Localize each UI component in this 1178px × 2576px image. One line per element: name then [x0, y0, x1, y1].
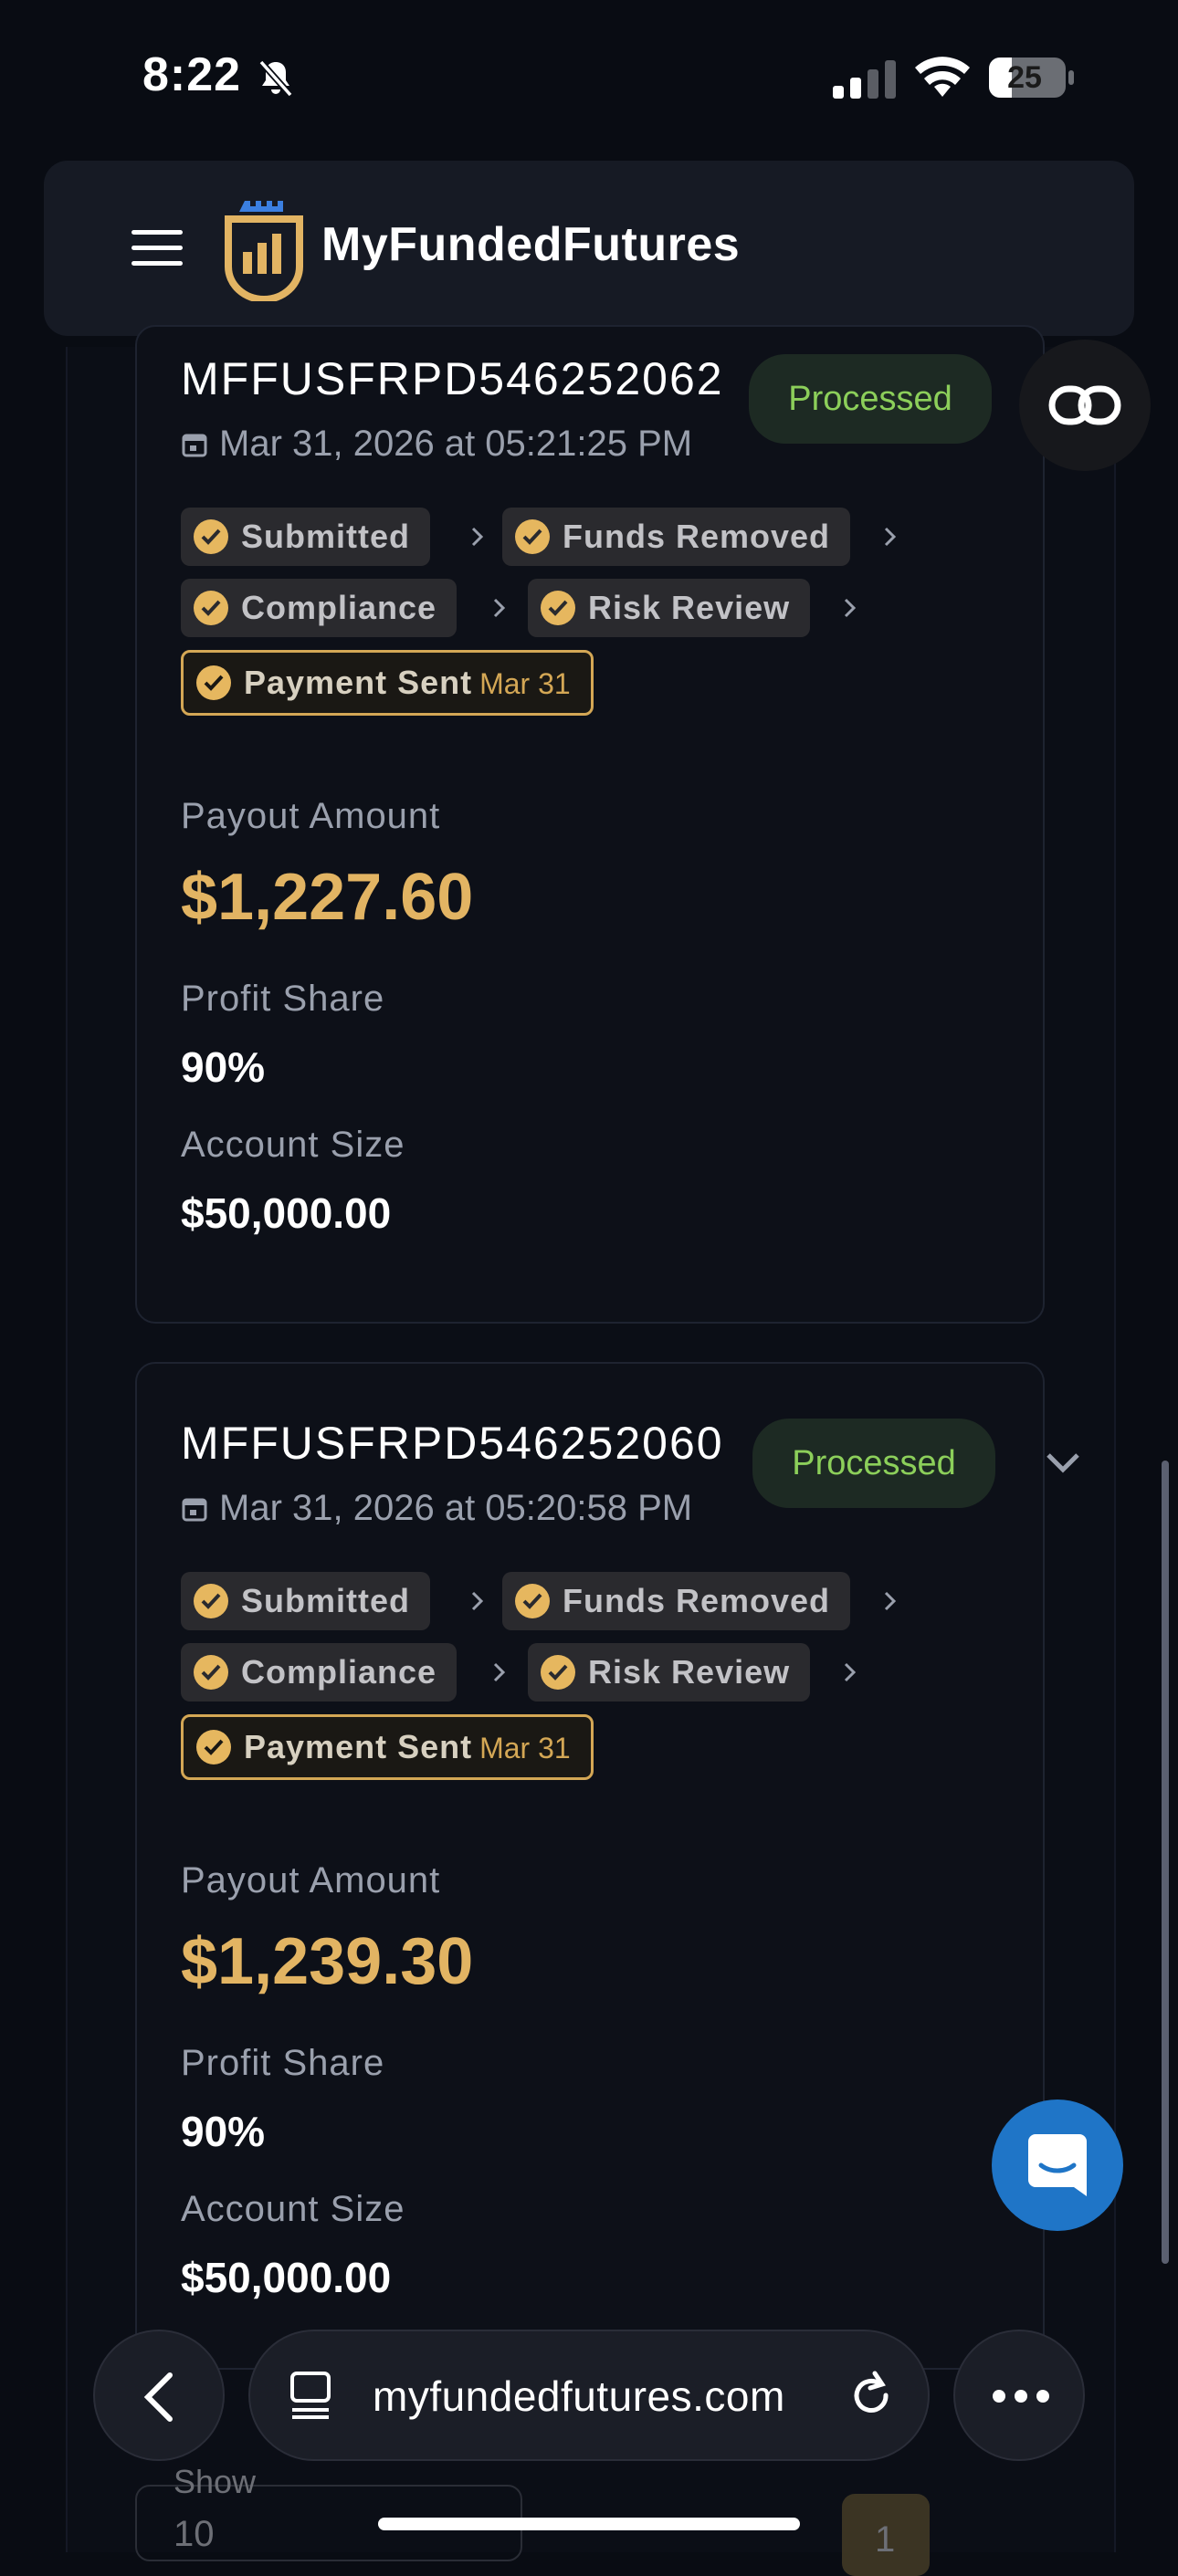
step-label: Submitted — [241, 1582, 410, 1619]
more-options-button[interactable] — [953, 2330, 1085, 2461]
step-label: Payment Sent — [244, 1728, 473, 1765]
page-number: 1 — [875, 2519, 896, 2560]
payment-sent-date: Mar 31 — [479, 667, 571, 700]
hamburger-menu-icon[interactable] — [131, 230, 183, 267]
chevron-right-icon — [844, 1662, 857, 1682]
payout-date: Mar 31, 2026 at 05:20:58 PM — [181, 1488, 692, 1529]
per-page-label: Show — [174, 2463, 257, 2500]
battery-level: 25 — [1007, 60, 1042, 95]
payout-date: Mar 31, 2026 at 05:21:25 PM — [181, 424, 692, 465]
payout-date-text: Mar 31, 2026 at 05:21:25 PM — [219, 424, 693, 464]
check-icon — [196, 665, 231, 700]
check-icon — [194, 1655, 228, 1690]
payout-amount: $1,239.30 — [181, 1925, 474, 1998]
step-compliance: Compliance — [181, 1643, 458, 1702]
check-icon — [194, 519, 228, 554]
account-size-label: Account Size — [181, 1125, 405, 1165]
chevron-right-icon — [471, 527, 484, 547]
payout-id: MFFUSFRPD546252060 — [181, 1418, 724, 1469]
chevron-right-icon — [884, 1591, 897, 1611]
chevron-down-icon[interactable] — [1043, 1450, 1083, 1477]
account-size-label: Account Size — [181, 2189, 405, 2229]
payment-sent-date: Mar 31 — [479, 1732, 571, 1764]
tabs-icon[interactable] — [289, 2370, 332, 2421]
step-label: Submitted — [241, 518, 410, 555]
payout-card: MFFUSFRPD546252062 Mar 31, 2026 at 05:21… — [135, 325, 1045, 1324]
step-payment-sent: Payment Sent Mar 31 — [181, 1714, 594, 1780]
step-label: Compliance — [241, 1653, 437, 1691]
step-label: Compliance — [241, 589, 437, 626]
status-badge: Processed — [752, 1419, 995, 1508]
profit-share-value: 90% — [181, 2108, 266, 2155]
chevron-right-icon — [493, 1662, 506, 1682]
payout-amount: $1,227.60 — [181, 861, 474, 934]
step-submitted: Submitted — [181, 1572, 430, 1630]
wifi-icon — [915, 57, 970, 97]
check-icon — [541, 591, 575, 625]
link-icon — [1048, 385, 1121, 425]
ellipsis-icon — [993, 2390, 1049, 2403]
check-icon — [515, 1584, 550, 1618]
check-icon — [196, 1730, 231, 1764]
calendar-icon — [182, 434, 207, 457]
payout-amount-label: Payout Amount — [181, 796, 441, 836]
check-icon — [541, 1655, 575, 1690]
chevron-right-icon — [471, 1591, 484, 1611]
step-risk-review: Risk Review — [528, 579, 811, 637]
payout-card[interactable]: MFFUSFRPD546252060 Mar 31, 2026 at 05:20… — [135, 1362, 1045, 2370]
account-size-value: $50,000.00 — [181, 1189, 392, 1237]
chevron-right-icon — [493, 598, 506, 618]
per-page-value: 10 — [174, 2514, 215, 2554]
bell-muted-icon — [258, 59, 293, 98]
step-funds-removed: Funds Removed — [502, 508, 851, 566]
brand-name[interactable]: MyFundedFutures — [321, 217, 740, 272]
step-label: Risk Review — [588, 589, 791, 626]
reload-icon[interactable] — [847, 2368, 895, 2419]
chat-icon — [1028, 2134, 1087, 2196]
profit-share-value: 90% — [181, 1043, 266, 1091]
link-button[interactable] — [1019, 340, 1151, 471]
status-time: 8:22 — [142, 48, 242, 101]
browser-back-button[interactable] — [93, 2330, 225, 2461]
step-label: Payment Sent — [244, 664, 473, 701]
check-icon — [194, 591, 228, 625]
step-funds-removed: Funds Removed — [502, 1572, 851, 1630]
brand-logo-icon[interactable] — [223, 197, 305, 301]
step-payment-sent: Payment Sent Mar 31 — [181, 650, 594, 716]
step-label: Risk Review — [588, 1653, 791, 1691]
step-compliance: Compliance — [181, 579, 458, 637]
payout-amount-label: Payout Amount — [181, 1860, 441, 1901]
check-icon — [194, 1584, 228, 1618]
cellular-signal-icon — [833, 60, 896, 99]
home-indicator — [378, 2518, 800, 2530]
chat-support-button[interactable] — [992, 2100, 1123, 2231]
payout-date-text: Mar 31, 2026 at 05:20:58 PM — [219, 1488, 693, 1528]
profit-share-label: Profit Share — [181, 979, 385, 1019]
chevron-right-icon — [884, 527, 897, 547]
calendar-icon — [182, 1498, 207, 1522]
url-text[interactable]: myfundedfutures.com — [373, 2372, 785, 2421]
check-icon — [515, 519, 550, 554]
chevron-right-icon — [844, 598, 857, 618]
chevron-left-icon — [143, 2372, 173, 2422]
step-label: Funds Removed — [563, 1582, 831, 1619]
step-label: Funds Removed — [563, 518, 831, 555]
step-submitted: Submitted — [181, 508, 430, 566]
payout-id: MFFUSFRPD546252062 — [181, 353, 724, 404]
scrollbar[interactable] — [1162, 1461, 1169, 2264]
account-size-value: $50,000.00 — [181, 2254, 392, 2301]
step-risk-review: Risk Review — [528, 1643, 811, 1702]
page-button[interactable]: 1 — [842, 2494, 930, 2576]
profit-share-label: Profit Share — [181, 2043, 385, 2083]
status-badge: Processed — [749, 354, 992, 444]
